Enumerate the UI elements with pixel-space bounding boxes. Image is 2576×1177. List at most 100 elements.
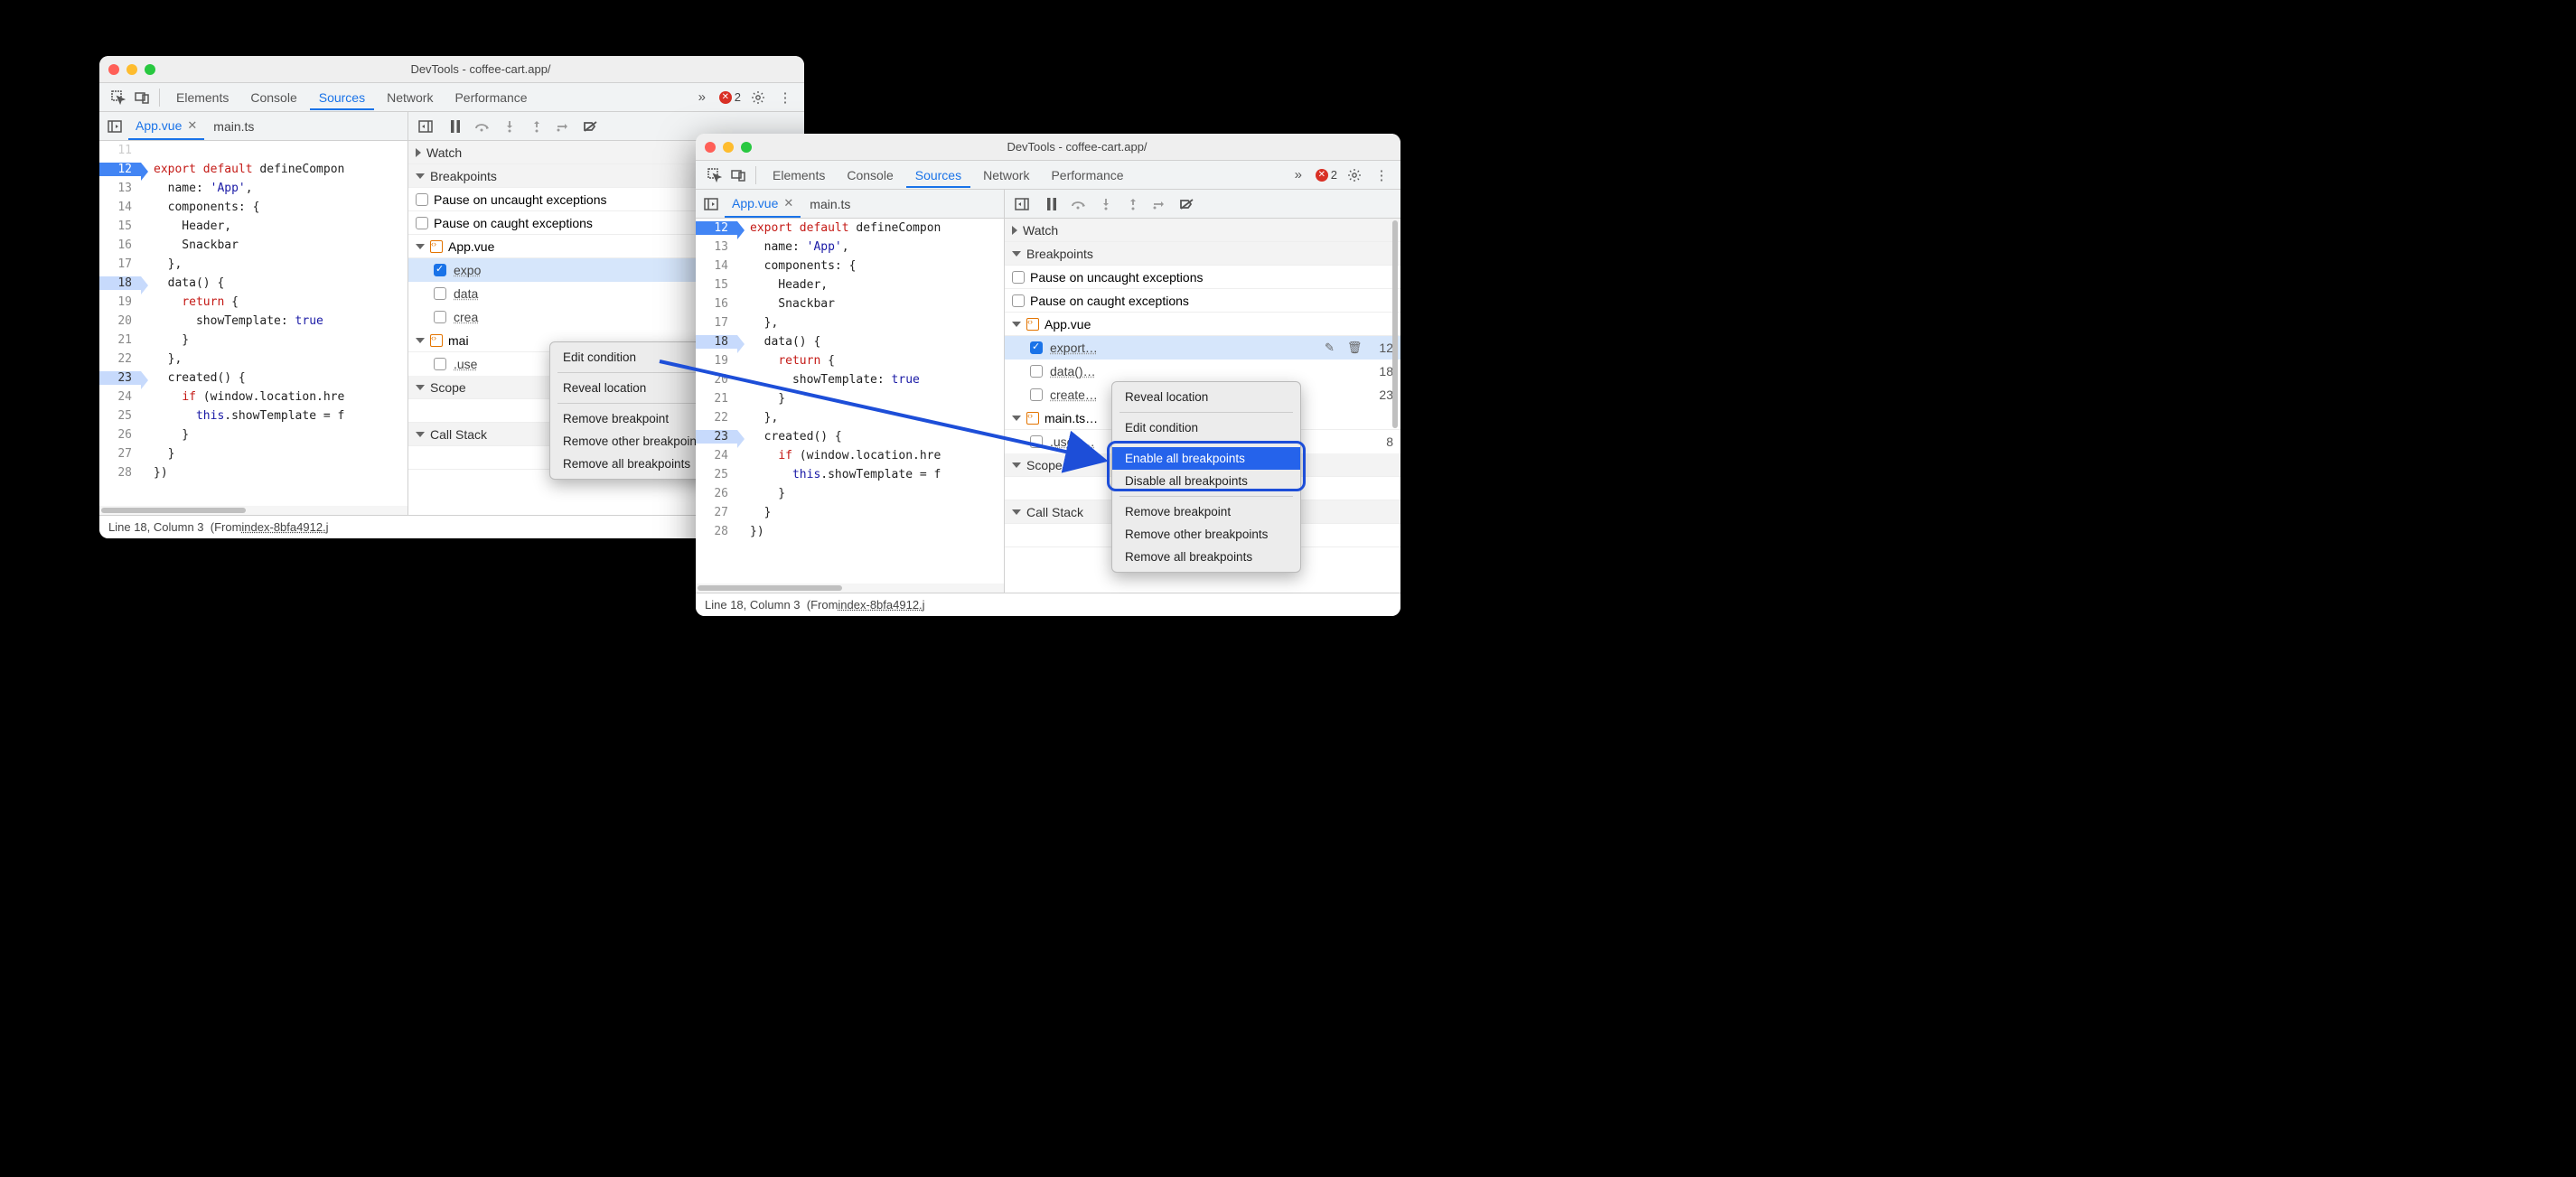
window-close-icon[interactable] [108, 64, 119, 75]
checkbox[interactable] [416, 217, 428, 229]
checkbox[interactable] [434, 358, 446, 370]
tab-console[interactable]: Console [838, 163, 902, 188]
line-number[interactable]: 16 [696, 297, 737, 311]
window-close-icon[interactable] [705, 142, 716, 153]
tab-performance[interactable]: Performance [1042, 163, 1132, 188]
more-tabs-icon[interactable]: » [692, 88, 712, 107]
line-number-breakpoint[interactable]: 12 [99, 163, 141, 176]
step-over-icon[interactable] [1070, 195, 1088, 213]
vertical-scrollbar[interactable] [1391, 220, 1400, 591]
line-number[interactable]: 28 [99, 466, 141, 480]
kebab-menu-icon[interactable]: ⋮ [1372, 165, 1391, 185]
more-tabs-icon[interactable]: » [1288, 165, 1308, 185]
horizontal-scrollbar[interactable] [696, 584, 1004, 593]
tab-sources[interactable]: Sources [310, 85, 374, 110]
line-number[interactable]: 14 [696, 259, 737, 273]
code-editor[interactable]: 11 12export default defineCompon 13 name… [99, 141, 408, 515]
ctx-remove-all[interactable]: Remove all breakpoints [1112, 546, 1300, 568]
device-toggle-icon[interactable] [728, 165, 748, 185]
step-over-icon[interactable] [473, 117, 492, 135]
line-number[interactable]: 24 [99, 390, 141, 404]
step-icon[interactable] [1151, 195, 1169, 213]
line-number[interactable]: 27 [99, 447, 141, 461]
pause-icon[interactable] [446, 117, 464, 135]
settings-icon[interactable] [1344, 165, 1364, 185]
scrollbar-thumb[interactable] [101, 508, 246, 513]
line-number[interactable]: 14 [99, 201, 141, 214]
inspect-icon[interactable] [108, 88, 128, 107]
line-number[interactable]: 20 [99, 314, 141, 328]
window-maximize-icon[interactable] [145, 64, 155, 75]
line-number[interactable]: 20 [696, 373, 737, 387]
line-number[interactable]: 19 [696, 354, 737, 368]
line-number[interactable]: 24 [696, 449, 737, 462]
code-editor[interactable]: 12export default defineCompon 13 name: '… [696, 219, 1005, 593]
device-toggle-icon[interactable] [132, 88, 152, 107]
tab-sources[interactable]: Sources [906, 163, 970, 188]
checkbox[interactable] [434, 287, 446, 300]
line-number[interactable]: 21 [696, 392, 737, 406]
line-number[interactable]: 17 [696, 316, 737, 330]
pause-caught-row[interactable]: Pause on caught exceptions [1005, 289, 1400, 313]
checkbox[interactable] [1030, 388, 1043, 401]
window-minimize-icon[interactable] [723, 142, 734, 153]
line-number-breakpoint[interactable]: 18 [99, 276, 141, 290]
tab-performance[interactable]: Performance [445, 85, 536, 110]
tab-network[interactable]: Network [378, 85, 442, 110]
tab-elements[interactable]: Elements [167, 85, 238, 110]
ctx-enable-all[interactable]: Enable all breakpoints [1112, 447, 1300, 470]
file-tab-main[interactable]: main.ts [206, 112, 261, 140]
watch-section[interactable]: Watch [1005, 219, 1400, 242]
ctx-disable-all[interactable]: Disable all breakpoints [1112, 470, 1300, 492]
line-number-breakpoint[interactable]: 18 [696, 335, 737, 349]
settings-icon[interactable] [748, 88, 768, 107]
checkbox[interactable] [1030, 365, 1043, 378]
inspect-icon[interactable] [705, 165, 725, 185]
line-number[interactable]: 11 [99, 144, 141, 157]
line-number[interactable]: 13 [99, 182, 141, 195]
error-badge[interactable]: ✕ 2 [719, 90, 741, 104]
ctx-reveal-location[interactable]: Reveal location [1112, 386, 1300, 408]
step-out-icon[interactable] [528, 117, 546, 135]
breakpoint-item[interactable]: export…✎🗑12 [1005, 336, 1400, 360]
checkbox[interactable] [1030, 435, 1043, 448]
line-number[interactable]: 16 [99, 238, 141, 252]
line-number[interactable]: 25 [99, 409, 141, 423]
navigator-toggle-icon[interactable] [699, 192, 723, 216]
edit-icon[interactable]: ✎ [1322, 341, 1337, 355]
line-number[interactable]: 15 [99, 220, 141, 233]
tab-elements[interactable]: Elements [763, 163, 834, 188]
ctx-edit-condition[interactable]: Edit condition [1112, 416, 1300, 439]
line-number[interactable]: 22 [99, 352, 141, 366]
step-icon[interactable] [555, 117, 573, 135]
scrollbar-thumb[interactable] [1392, 220, 1398, 428]
close-icon[interactable]: ✕ [783, 196, 793, 210]
checkbox[interactable] [1012, 294, 1025, 307]
file-tab-app[interactable]: App.vue ✕ [128, 112, 204, 140]
kebab-menu-icon[interactable]: ⋮ [775, 88, 795, 107]
error-badge[interactable]: ✕ 2 [1316, 168, 1337, 182]
breakpoints-section[interactable]: Breakpoints [1005, 242, 1400, 266]
line-number[interactable]: 28 [696, 525, 737, 538]
line-number[interactable]: 21 [99, 333, 141, 347]
checkbox[interactable] [1012, 271, 1025, 284]
line-number-breakpoint[interactable]: 23 [696, 430, 737, 444]
window-minimize-icon[interactable] [126, 64, 137, 75]
line-number[interactable]: 17 [99, 257, 141, 271]
source-map-link[interactable]: index-8bfa4912.j [838, 598, 924, 612]
breakpoint-file-group[interactable]: App.vue [1005, 313, 1400, 336]
line-number[interactable]: 22 [696, 411, 737, 425]
step-into-icon[interactable] [501, 117, 519, 135]
line-number[interactable]: 15 [696, 278, 737, 292]
ctx-remove-breakpoint[interactable]: Remove breakpoint [1112, 500, 1300, 523]
source-map-link[interactable]: index-8bfa4912.j [241, 520, 328, 534]
step-out-icon[interactable] [1124, 195, 1142, 213]
line-number[interactable]: 27 [696, 506, 737, 519]
deactivate-breakpoints-icon[interactable] [582, 117, 600, 135]
navigator-toggle-icon[interactable] [103, 115, 126, 138]
line-number-breakpoint[interactable]: 23 [99, 371, 141, 385]
deactivate-breakpoints-icon[interactable] [1178, 195, 1196, 213]
line-number[interactable]: 25 [696, 468, 737, 481]
scrollbar-thumb[interactable] [698, 585, 842, 591]
step-into-icon[interactable] [1097, 195, 1115, 213]
